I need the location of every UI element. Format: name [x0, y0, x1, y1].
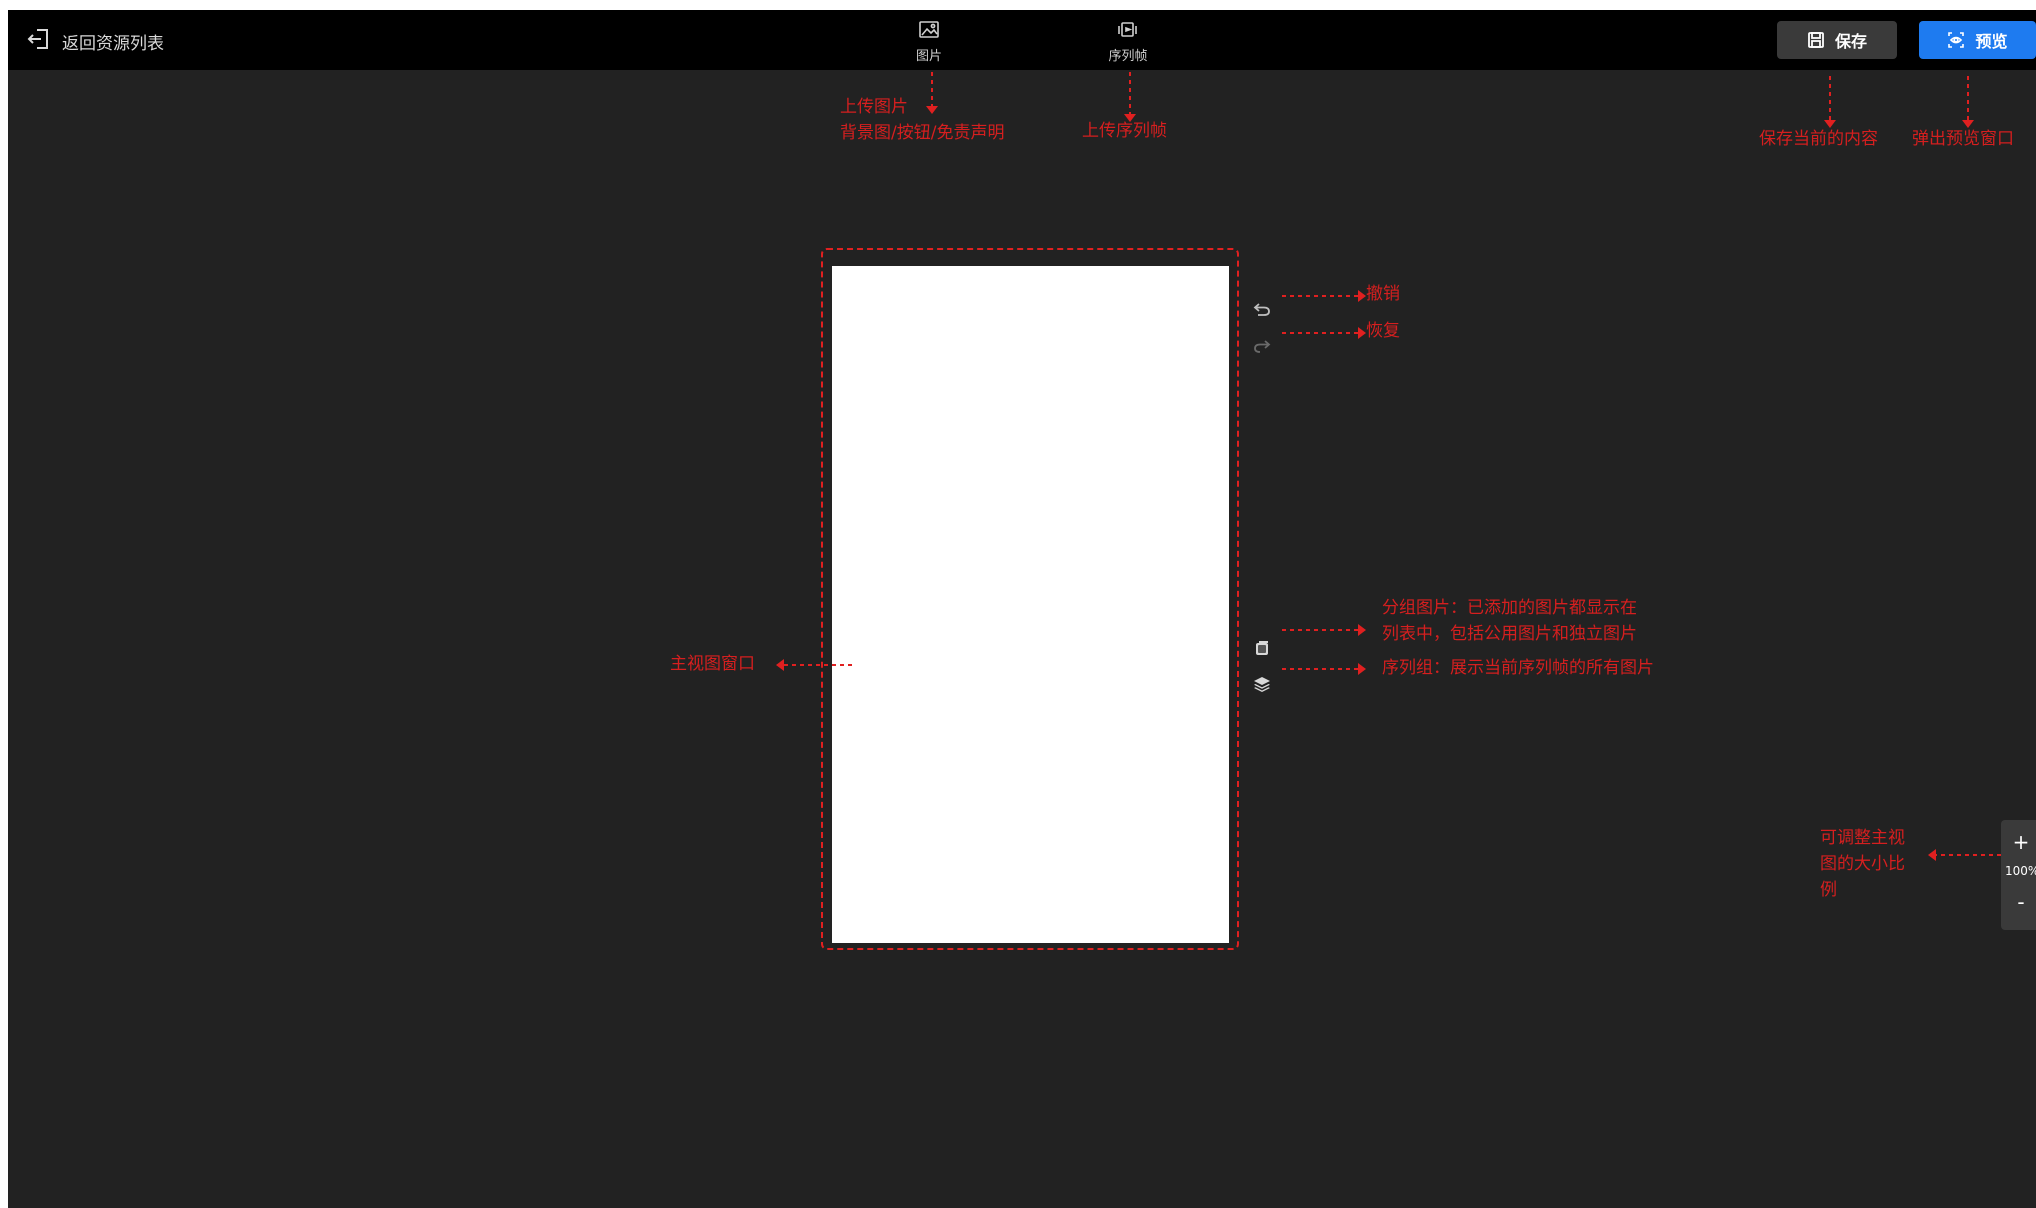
annotation-upload-sequence: 上传序列帧	[1082, 121, 1167, 141]
annotation-sequence-group: 序列组：展示当前序列帧的所有图片	[1382, 658, 1654, 678]
sequence-frame-tool-button[interactable]: 序列帧	[1088, 20, 1168, 68]
annotation-redo: 恢复	[1366, 321, 1400, 341]
annotation-zoom-line1: 可调整主视	[1820, 828, 1905, 848]
zoom-level: 100%	[2005, 864, 2036, 878]
annotation-group-images-line1: 分组图片：已添加的图片都显示在	[1382, 598, 1637, 618]
image-tool-button[interactable]: 图片	[889, 20, 969, 68]
image-icon	[919, 21, 939, 38]
zoom-in-button[interactable]: +	[2001, 830, 2036, 854]
sequence-group-layers-icon[interactable]	[1251, 673, 1273, 695]
image-tool-label: 图片	[915, 49, 942, 64]
zoom-out-button[interactable]: -	[2001, 890, 2036, 914]
preview-eye-icon	[1948, 32, 1965, 48]
annotation-group-images-line2: 列表中，包括公用图片和独立图片	[1382, 624, 1637, 644]
sequence-frame-tool-label: 序列帧	[1108, 49, 1148, 64]
main-view-canvas[interactable]	[832, 266, 1229, 943]
annotation-upload-image: 上传图片	[840, 97, 908, 117]
annotation-undo: 撤销	[1366, 284, 1400, 304]
save-icon	[1808, 32, 1824, 48]
editor-window: 返回资源列表 图片 序列帧 保存 预览 上传图片 背景图/按钮/免责声明 上传序…	[8, 10, 2036, 1208]
top-toolbar: 返回资源列表 图片 序列帧 保存 预览	[8, 10, 2036, 70]
undo-icon[interactable]	[1251, 298, 1273, 320]
redo-icon[interactable]	[1251, 335, 1273, 357]
annotation-zoom-line2: 图的大小比	[1820, 854, 1905, 874]
annotation-zoom-line3: 例	[1820, 880, 1837, 900]
annotation-upload-image-sub: 背景图/按钮/免责声明	[840, 123, 1005, 143]
group-images-icon[interactable]	[1251, 637, 1273, 659]
preview-button[interactable]: 预览	[1919, 21, 2036, 59]
save-button-label: 保存	[1834, 32, 1867, 51]
sequence-frame-icon	[1118, 22, 1137, 37]
back-to-resource-list-button[interactable]: 返回资源列表	[26, 28, 164, 54]
zoom-control: + 100% -	[2001, 820, 2036, 930]
annotation-save: 保存当前的内容	[1759, 129, 1878, 149]
back-button-label: 返回资源列表	[62, 33, 164, 54]
annotation-main-view: 主视图窗口	[670, 654, 755, 674]
preview-button-label: 预览	[1975, 32, 2008, 51]
annotation-preview: 弹出预览窗口	[1912, 129, 2014, 149]
save-button[interactable]: 保存	[1777, 21, 1897, 59]
back-arrow-icon	[26, 26, 52, 57]
